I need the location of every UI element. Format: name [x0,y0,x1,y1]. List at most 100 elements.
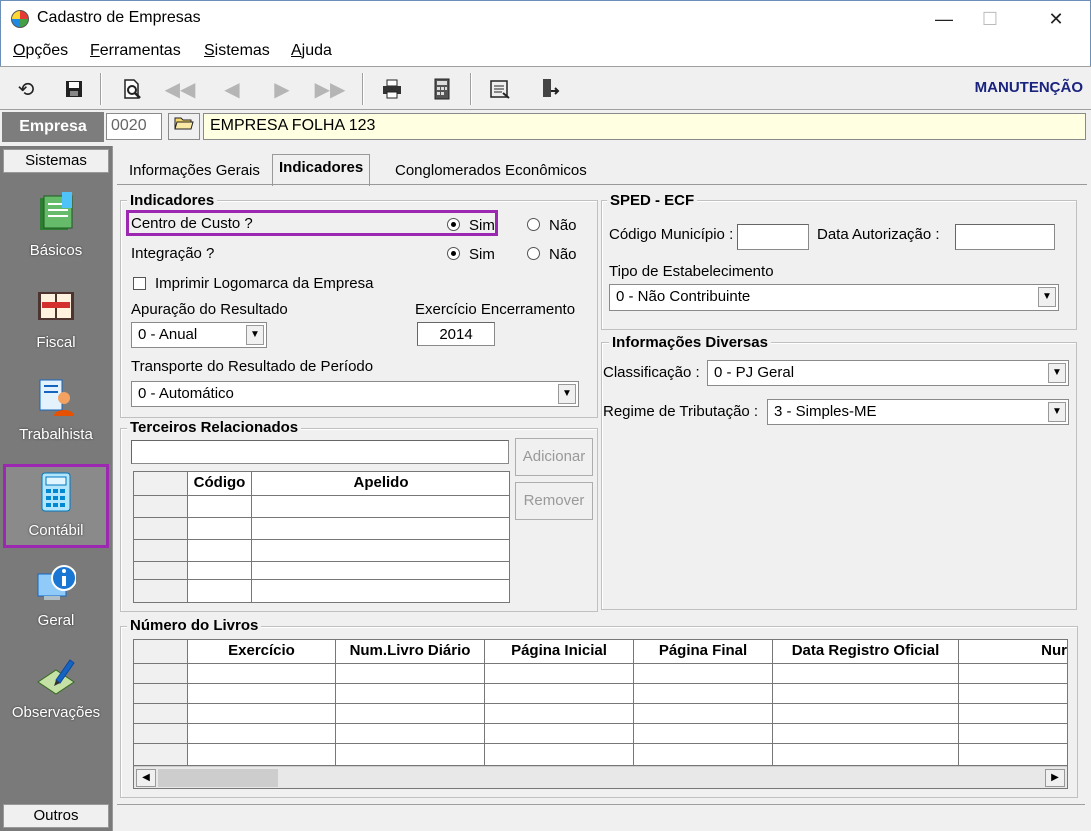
next-icon[interactable]: ▶ [268,75,296,103]
minimize-button[interactable]: — [921,1,967,37]
horizontal-scrollbar[interactable]: ◀ ▶ [134,766,1067,788]
centro-custo-nao-radio[interactable] [527,218,540,231]
table-cell[interactable] [773,684,959,704]
table-cell[interactable] [485,664,634,684]
sidebar-item-geral[interactable]: Geral [3,556,109,640]
table-cell[interactable] [252,580,509,602]
table-cell[interactable] [634,724,773,744]
table-cell[interactable] [252,496,509,518]
table-cell[interactable] [634,664,773,684]
table-cell[interactable] [188,724,336,744]
centro-custo-sim-radio[interactable] [447,218,460,231]
tipo-estabelecimento-select[interactable]: 0 - Não Contribuinte ▼ [609,284,1059,311]
scroll-left-button[interactable]: ◀ [136,769,156,787]
table-cell[interactable] [188,518,252,540]
table-cell[interactable] [773,724,959,744]
row-header[interactable] [134,664,188,684]
table-cell[interactable] [959,684,1067,704]
apuracao-select[interactable]: 0 - Anual ▼ [131,322,267,348]
table-cell[interactable] [336,704,485,724]
table-cell[interactable] [773,744,959,766]
sidebar-item-contabil[interactable]: Contábil [3,464,109,548]
table-cell[interactable] [959,704,1067,724]
column-header-data-registro[interactable]: Data Registro Oficial [773,640,959,664]
empresa-name-field[interactable]: EMPRESA FOLHA 123 [203,113,1086,140]
table-cell[interactable] [252,540,509,562]
menu-sistemas[interactable]: Sistemas [204,42,270,60]
column-header-exercicio[interactable]: Exercício [188,640,336,664]
print-icon[interactable] [378,75,406,103]
integracao-nao-label[interactable]: Não [549,246,577,263]
transporte-select[interactable]: 0 - Automático ▼ [131,381,579,407]
tab-conglomerados[interactable]: Conglomerados Econômicos [389,158,593,184]
table-cell[interactable] [485,724,634,744]
chevron-down-icon[interactable]: ▼ [1048,402,1066,422]
chevron-down-icon[interactable]: ▼ [1048,363,1066,383]
prev-icon[interactable]: ◀ [218,75,246,103]
table-cell[interactable] [634,704,773,724]
integracao-nao-radio[interactable] [527,247,540,260]
table-cell[interactable] [188,540,252,562]
table-cell[interactable] [336,684,485,704]
tab-informacoes-gerais[interactable]: Informações Gerais [123,158,266,184]
classificacao-select[interactable]: 0 - PJ Geral ▼ [707,360,1069,386]
exercicio-field[interactable]: 2014 [417,322,495,346]
column-header-num-livro[interactable]: Num.Livro Diário [336,640,485,664]
imprimir-logo-label[interactable]: Imprimir Logomarca da Empresa [155,275,373,292]
row-header[interactable] [134,704,188,724]
sidebar-item-fiscal[interactable]: Fiscal [3,278,109,362]
row-header[interactable] [134,684,188,704]
row-header[interactable] [134,496,188,518]
table-cell[interactable] [336,664,485,684]
sidebar-item-observacoes[interactable]: Observações [3,648,109,732]
sidebar-item-basicos[interactable]: Básicos [3,186,109,270]
integracao-sim-label[interactable]: Sim [469,246,495,263]
tab-indicadores[interactable]: Indicadores [272,154,371,186]
column-header-pagina-inicial[interactable]: Página Inicial [485,640,634,664]
table-cell[interactable] [485,684,634,704]
table-cell[interactable] [959,724,1067,744]
table-cell[interactable] [188,684,336,704]
livros-grid[interactable]: Exercício Num.Livro Diário Página Inicia… [133,639,1068,789]
menu-opcoes[interactable]: Opções [13,42,68,60]
close-button[interactable]: ✕ [1033,1,1079,37]
table-cell[interactable] [252,518,509,540]
maximize-button[interactable]: ☐ [967,1,1013,37]
chevron-down-icon[interactable]: ▼ [558,384,576,404]
data-autorizacao-field[interactable] [955,224,1055,250]
table-cell[interactable] [188,664,336,684]
table-cell[interactable] [485,704,634,724]
report-icon[interactable] [486,75,514,103]
row-header[interactable] [134,744,188,766]
menu-ferramentas[interactable]: Ferramentas [90,42,181,60]
exit-icon[interactable] [536,75,564,103]
table-cell[interactable] [773,704,959,724]
scroll-right-button[interactable]: ▶ [1045,769,1065,787]
centro-custo-nao-label[interactable]: Não [549,217,577,234]
terceiros-grid[interactable]: Código Apelido [133,471,510,603]
chevron-down-icon[interactable]: ▼ [1038,287,1056,307]
table-cell[interactable] [188,580,252,602]
calculator-icon[interactable] [428,75,456,103]
codigo-municipio-field[interactable] [737,224,809,250]
table-cell[interactable] [336,744,485,766]
integracao-sim-radio[interactable] [447,247,460,260]
imprimir-logo-checkbox[interactable] [133,277,146,290]
remover-button[interactable]: Remover [515,482,593,520]
column-header-codigo[interactable]: Código [188,472,252,496]
column-header-num[interactable]: Nur [959,640,1067,664]
table-cell[interactable] [336,724,485,744]
table-cell[interactable] [485,744,634,766]
table-cell[interactable] [959,664,1067,684]
table-cell[interactable] [188,562,252,580]
preview-icon[interactable] [118,75,146,103]
terceiros-search-field[interactable] [131,440,509,464]
empresa-code-field[interactable]: 0020 [106,113,162,140]
sidebar-sistemas-button[interactable]: Sistemas [3,149,109,173]
row-header[interactable] [134,540,188,562]
last-icon[interactable]: ▶▶ [315,75,346,103]
table-cell[interactable] [188,704,336,724]
undo-icon[interactable]: ⟲ [12,75,40,103]
save-icon[interactable] [60,75,88,103]
sidebar-item-trabalhista[interactable]: Trabalhista [3,370,109,454]
